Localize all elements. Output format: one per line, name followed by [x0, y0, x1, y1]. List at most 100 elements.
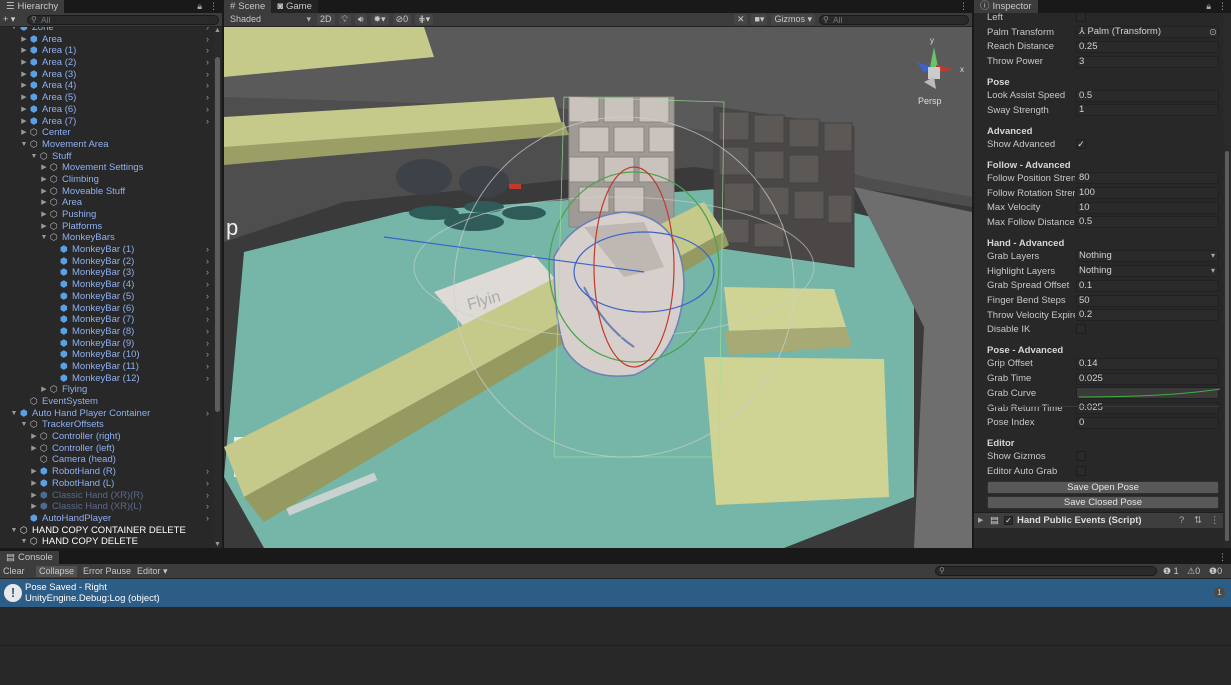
hierarchy-item[interactable]: ▶ ⬢ Area (7) › [0, 116, 213, 128]
expand-right-icon[interactable]: ▶ [20, 34, 28, 46]
expand-right-icon[interactable]: ▶ [20, 127, 28, 139]
expand-right-icon[interactable]: ▶ [20, 104, 28, 116]
hierarchy-item[interactable]: ⬡ Camera (head) [0, 454, 213, 466]
open-prefab-icon[interactable]: › [206, 92, 209, 104]
save-open-pose-button[interactable]: Save Open Pose [987, 480, 1219, 494]
expand-down-icon[interactable]: ▼ [10, 27, 18, 34]
open-prefab-icon[interactable]: › [206, 57, 209, 69]
grid-toggle-icon[interactable]: ⋕▾ [415, 14, 434, 25]
expand-right-icon[interactable]: ▶ [40, 209, 48, 221]
open-prefab-icon[interactable]: › [206, 326, 209, 338]
console-search-input[interactable] [935, 566, 1157, 576]
expand-down-icon[interactable]: ▼ [20, 419, 28, 431]
open-prefab-icon[interactable]: › [206, 244, 209, 256]
expand-right-icon[interactable]: ▶ [20, 92, 28, 104]
hierarchy-tab[interactable]: ☰ Hierarchy [0, 0, 65, 13]
property-input[interactable]: 0.1 [1076, 279, 1219, 292]
hierarchy-item[interactable]: ▶ ⬡ Flying [0, 384, 213, 396]
hierarchy-item[interactable]: ⬢ MonkeyBar (3) › [0, 267, 213, 279]
hierarchy-item[interactable]: ▶ ⬡ Climbing [0, 174, 213, 186]
kebab-menu-icon[interactable]: ⋮ [1210, 513, 1220, 529]
lock-icon[interactable]: 🔒︎ [197, 1, 202, 12]
lighting-toggle-icon[interactable]: 💡︎ [338, 14, 351, 25]
hierarchy-item[interactable]: ⬢ MonkeyBar (2) › [0, 256, 213, 268]
warning-count-toggle[interactable]: ⚠0 [1184, 566, 1203, 577]
open-prefab-icon[interactable]: › [206, 69, 209, 81]
expand-down-icon[interactable]: ▼ [30, 151, 38, 163]
hidden-objects-icon[interactable]: ⊘0 [392, 14, 412, 25]
hierarchy-item[interactable]: ▶ ⬢ RobotHand (L) › [0, 478, 213, 490]
expand-right-icon[interactable]: ▶ [30, 490, 38, 502]
open-prefab-icon[interactable]: › [206, 34, 209, 46]
property-input[interactable]: 0.5 [1076, 216, 1219, 229]
open-prefab-icon[interactable]: › [206, 490, 209, 502]
expand-right-icon[interactable]: ▶ [20, 69, 28, 81]
kebab-menu-icon[interactable]: ⋮ [1218, 552, 1227, 563]
hierarchy-search-input[interactable]: All [27, 14, 219, 25]
property-checkbox[interactable] [1076, 465, 1086, 476]
hierarchy-scrollbar[interactable]: ▲ ▼ [213, 27, 222, 548]
open-prefab-icon[interactable]: › [206, 80, 209, 92]
toggle-2d-button[interactable]: 2D [317, 14, 335, 25]
property-input[interactable]: 100 [1076, 187, 1219, 199]
console-log-row[interactable]: ! Pose Saved - Right UnityEngine.Debug:L… [0, 579, 1231, 607]
kebab-menu-icon[interactable]: ⋮ [209, 1, 218, 12]
collapse-toggle[interactable]: Collapse [36, 566, 78, 577]
scene-viewport[interactable]: Flyin p y x Persp [224, 27, 972, 548]
preset-icon[interactable]: ⇅ [1194, 513, 1202, 529]
expand-right-icon[interactable]: ▶ [40, 174, 48, 186]
hierarchy-item[interactable]: ▼ ⬡ HAND COPY DELETE [0, 536, 213, 548]
expand-right-icon[interactable]: ▶ [40, 384, 48, 396]
expand-down-icon[interactable]: ▼ [40, 232, 48, 244]
property-input[interactable]: 50 [1076, 294, 1219, 307]
hierarchy-item[interactable]: ▶ ⬢ Area (1) › [0, 45, 213, 57]
hierarchy-item[interactable]: ▶ ⬢ Classic Hand (XR)(R) › [0, 490, 213, 502]
open-prefab-icon[interactable]: › [206, 501, 209, 513]
property-checkbox[interactable] [1076, 13, 1086, 22]
hierarchy-item[interactable]: ⬢ MonkeyBar (11) › [0, 361, 213, 373]
hierarchy-item[interactable]: ▼ ⬢ Zone › [0, 27, 213, 34]
hierarchy-item[interactable]: ▶ ⬢ Area (6) › [0, 104, 213, 116]
expand-right-icon[interactable]: ▶ [20, 80, 28, 92]
open-prefab-icon[interactable]: › [206, 349, 209, 361]
hierarchy-item[interactable]: ⬢ MonkeyBar (12) › [0, 373, 213, 385]
tab-game[interactable]: ◙ Game [271, 0, 318, 13]
hierarchy-item[interactable]: ⬢ MonkeyBar (10) › [0, 349, 213, 361]
hierarchy-item[interactable]: ▶ ⬡ Pushing [0, 209, 213, 221]
property-input[interactable]: 80 [1076, 172, 1219, 185]
gizmos-dropdown[interactable]: Gizmos ▾ [771, 14, 815, 25]
scrollbar-thumb[interactable] [1225, 151, 1229, 541]
persp-label[interactable]: Persp [918, 96, 942, 106]
hierarchy-item[interactable]: ⬢ MonkeyBar (6) › [0, 303, 213, 315]
hierarchy-item[interactable]: ▼ ⬡ TrackerOffsets [0, 419, 213, 431]
hierarchy-item[interactable]: ▶ ⬢ Area (5) › [0, 92, 213, 104]
inspector-scrollbar[interactable] [1223, 13, 1231, 548]
hierarchy-item[interactable]: ▶ ⬡ Moveable Stuff [0, 186, 213, 198]
hierarchy-item[interactable]: ▶ ⬡ Center [0, 127, 213, 139]
expand-right-icon[interactable]: ▶ [40, 221, 48, 233]
open-prefab-icon[interactable]: › [206, 267, 209, 279]
effects-toggle-icon[interactable]: ✸▾ [370, 14, 389, 25]
open-prefab-icon[interactable]: › [206, 513, 209, 525]
hierarchy-item[interactable]: ▶ ⬡ Platforms [0, 221, 213, 233]
property-input[interactable]: 0.025 [1076, 372, 1219, 385]
open-prefab-icon[interactable]: › [206, 478, 209, 490]
error-pause-toggle[interactable]: Error Pause [80, 566, 134, 577]
hierarchy-item[interactable]: ⬢ AutoHandPlayer › [0, 513, 213, 525]
property-input[interactable]: 0.5 [1076, 89, 1219, 102]
property-checkbox[interactable] [1076, 451, 1086, 462]
object-field[interactable]: ⅄ Palm (Transform) [1076, 26, 1219, 39]
open-prefab-icon[interactable]: › [206, 256, 209, 268]
hierarchy-item[interactable]: ⬢ MonkeyBar (7) › [0, 314, 213, 326]
hierarchy-item[interactable]: ▼ ⬡ Movement Area [0, 139, 213, 151]
hierarchy-item[interactable]: ⬡ EventSystem [0, 396, 213, 408]
expand-right-icon[interactable]: ▶ [30, 431, 38, 443]
property-input[interactable]: 0.25 [1076, 40, 1219, 53]
expand-down-icon[interactable]: ▼ [20, 536, 28, 548]
property-checkbox[interactable]: ✓ [1076, 138, 1086, 149]
hierarchy-item[interactable]: ▼ ⬡ MonkeyBars [0, 232, 213, 244]
expand-right-icon[interactable]: ▶ [20, 45, 28, 57]
expand-right-icon[interactable]: ▶ [30, 443, 38, 455]
hierarchy-item[interactable]: ▶ ⬡ Controller (left) [0, 443, 213, 455]
expand-down-icon[interactable]: ▼ [10, 408, 18, 420]
